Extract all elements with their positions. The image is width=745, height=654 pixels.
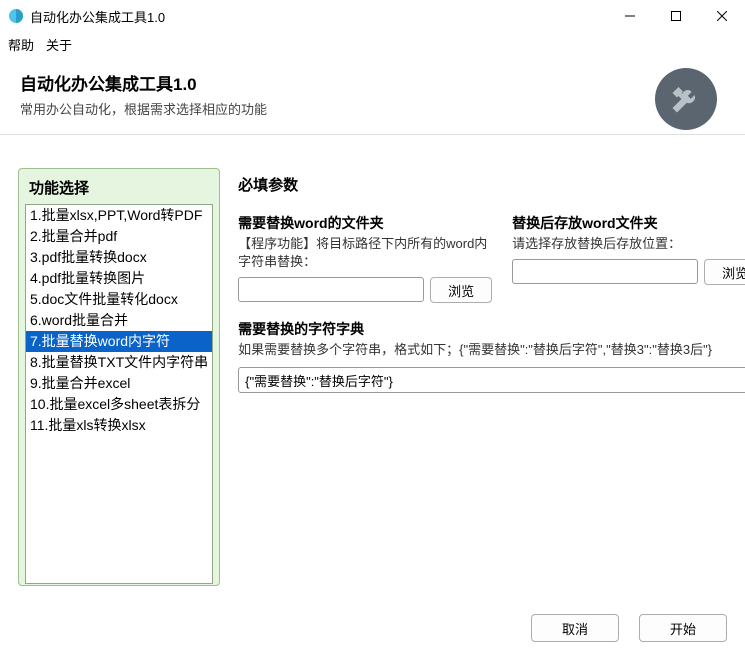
cancel-button[interactable]: 取消: [531, 614, 619, 642]
param-dict-input[interactable]: [238, 367, 745, 393]
menubar: 帮助 关于: [0, 32, 745, 56]
main-panel: 必填参数 需要替换word的文件夹 【程序功能】将目标路径下内所有的word内字…: [238, 168, 745, 586]
main-title: 必填参数: [238, 174, 745, 195]
sidebar-title: 功能选择: [25, 175, 213, 204]
sidebar-item[interactable]: 10.批量excel多sheet表拆分: [26, 394, 212, 415]
param-dest-desc: 请选择存放替换后存放位置：: [512, 235, 745, 253]
window-buttons: [607, 0, 745, 32]
maximize-button[interactable]: [653, 0, 699, 32]
sidebar: 功能选择 1.批量xlsx,PPT,Word转PDF2.批量合并pdf3.pdf…: [18, 168, 220, 586]
start-button[interactable]: 开始: [639, 614, 727, 642]
param-source-browse-button[interactable]: 浏览: [430, 277, 492, 303]
param-dict-label: 需要替换的字符字典: [238, 319, 745, 339]
param-source-input[interactable]: [238, 277, 424, 302]
sidebar-item[interactable]: 7.批量替换word内字符: [26, 331, 212, 352]
sidebar-item[interactable]: 9.批量合并excel: [26, 373, 212, 394]
param-dest-browse-button[interactable]: 浏览: [704, 259, 745, 285]
header-subtitle: 常用办公自动化，根据需求选择相应的功能: [20, 99, 725, 118]
window-title: 自动化办公集成工具1.0: [30, 7, 607, 26]
sidebar-item[interactable]: 6.word批量合并: [26, 310, 212, 331]
footer: 取消 开始: [531, 614, 727, 642]
param-dict-desc: 如果需要替换多个字符串，格式如下；{"需要替换":"替换后字符","替换3":"…: [238, 341, 745, 359]
sidebar-item[interactable]: 5.doc文件批量转化docx: [26, 289, 212, 310]
sidebar-list[interactable]: 1.批量xlsx,PPT,Word转PDF2.批量合并pdf3.pdf批量转换d…: [25, 204, 213, 584]
sidebar-item[interactable]: 4.pdf批量转换图片: [26, 268, 212, 289]
sidebar-item[interactable]: 2.批量合并pdf: [26, 226, 212, 247]
header: 自动化办公集成工具1.0 常用办公自动化，根据需求选择相应的功能: [0, 56, 745, 135]
sidebar-item[interactable]: 1.批量xlsx,PPT,Word转PDF: [26, 205, 212, 226]
param-dest-label: 替换后存放word文件夹: [512, 213, 745, 233]
sidebar-item[interactable]: 8.批量替换TXT文件内字符串: [26, 352, 212, 373]
param-source-desc: 【程序功能】将目标路径下内所有的word内字符串替换：: [238, 235, 492, 271]
param-dict: 需要替换的字符字典 如果需要替换多个字符串，格式如下；{"需要替换":"替换后字…: [238, 319, 745, 393]
param-source-label: 需要替换word的文件夹: [238, 213, 492, 233]
tools-icon: [655, 68, 717, 130]
param-dest-input[interactable]: [512, 259, 698, 284]
header-title: 自动化办公集成工具1.0: [20, 70, 725, 95]
app-icon: [8, 8, 24, 24]
menu-about[interactable]: 关于: [46, 35, 72, 54]
param-source: 需要替换word的文件夹 【程序功能】将目标路径下内所有的word内字符串替换：…: [238, 213, 492, 303]
titlebar: 自动化办公集成工具1.0: [0, 0, 745, 32]
minimize-button[interactable]: [607, 0, 653, 32]
sidebar-item[interactable]: 11.批量xls转换xlsx: [26, 415, 212, 436]
close-button[interactable]: [699, 0, 745, 32]
param-dest: 替换后存放word文件夹 请选择存放替换后存放位置： 浏览: [512, 213, 745, 303]
menu-help[interactable]: 帮助: [8, 35, 34, 54]
sidebar-item[interactable]: 3.pdf批量转换docx: [26, 247, 212, 268]
